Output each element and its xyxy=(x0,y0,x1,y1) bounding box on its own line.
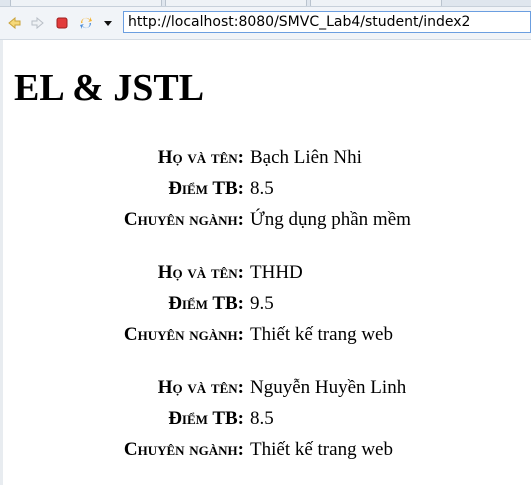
score-value: 8.5 xyxy=(250,407,274,429)
browser-toolbar: http://localhost:8080/SMVC_Lab4/student/… xyxy=(0,7,531,40)
student-list: Họ và tên: Bạch Liên Nhi Điểm TB: 8.5 Ch… xyxy=(0,142,531,487)
chevron-down-icon[interactable] xyxy=(100,15,116,31)
score-row: Điểm TB: 8.5 xyxy=(0,403,531,434)
major-label: Chuyên ngành: xyxy=(123,438,244,460)
major-value: Ứng dụng phần mềm xyxy=(250,208,411,230)
name-value: Bạch Liên Nhi xyxy=(250,146,362,168)
stop-icon[interactable] xyxy=(54,15,70,31)
score-label: Điểm TB: xyxy=(168,177,244,199)
name-row: Họ và tên: Bạch Liên Nhi xyxy=(0,142,531,173)
major-row: Chuyên ngành: Ứng dụng phần mềm xyxy=(0,204,531,235)
score-row: Điểm TB: 8.5 xyxy=(0,173,531,204)
refresh-icon[interactable] xyxy=(78,15,94,31)
score-label: Điểm TB: xyxy=(168,292,244,314)
major-value: Thiết kế trang web xyxy=(250,323,393,345)
major-label: Chuyên ngành: xyxy=(123,323,244,345)
back-icon[interactable] xyxy=(6,15,22,31)
score-value: 8.5 xyxy=(250,177,274,199)
browser-tab[interactable] xyxy=(10,0,162,6)
student-record: Họ và tên: Nguyễn Huyền Linh Điểm TB: 8.… xyxy=(0,372,531,465)
score-row: Điểm TB: 9.5 xyxy=(0,288,531,319)
name-row: Họ và tên: Nguyễn Huyền Linh xyxy=(0,372,531,403)
name-label: Họ và tên: xyxy=(157,376,244,398)
name-row: Họ và tên: THHD xyxy=(0,257,531,288)
major-label: Chuyên ngành: xyxy=(123,208,244,230)
page-heading: EL & JSTL xyxy=(14,67,205,109)
student-record: Họ và tên: Bạch Liên Nhi Điểm TB: 8.5 Ch… xyxy=(0,142,531,235)
name-value: Nguyễn Huyền Linh xyxy=(250,376,407,398)
forward-icon[interactable] xyxy=(30,15,46,31)
tab-strip xyxy=(0,0,531,7)
major-value: Thiết kế trang web xyxy=(250,438,393,460)
student-record: Họ và tên: THHD Điểm TB: 9.5 Chuyên ngàn… xyxy=(0,257,531,350)
address-bar[interactable]: http://localhost:8080/SMVC_Lab4/student/… xyxy=(123,11,531,33)
name-value: THHD xyxy=(250,261,303,283)
browser-tab[interactable] xyxy=(310,0,442,6)
major-row: Chuyên ngành: Thiết kế trang web xyxy=(0,434,531,465)
name-label: Họ và tên: xyxy=(157,261,244,283)
name-label: Họ và tên: xyxy=(157,146,244,168)
score-label: Điểm TB: xyxy=(168,407,244,429)
browser-tab[interactable] xyxy=(165,0,307,6)
major-row: Chuyên ngành: Thiết kế trang web xyxy=(0,319,531,350)
score-value: 9.5 xyxy=(250,292,274,314)
